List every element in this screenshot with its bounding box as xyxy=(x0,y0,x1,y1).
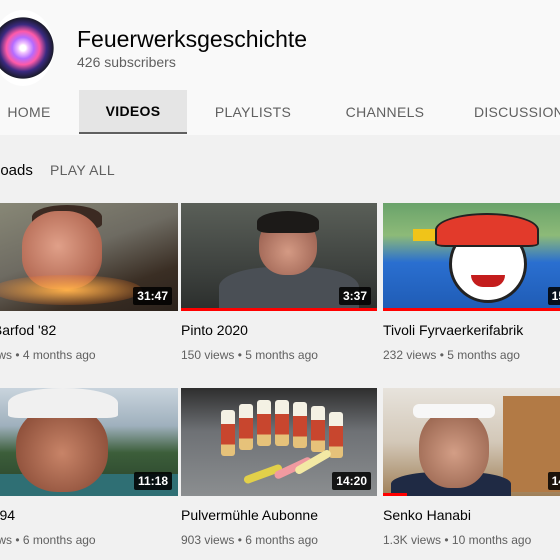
video-thumbnail[interactable]: 14: xyxy=(383,388,560,496)
video-duration: 14:20 xyxy=(332,472,371,490)
video-duration: 11:18 xyxy=(133,472,172,490)
tab-videos[interactable]: VIDEOS xyxy=(79,90,187,134)
video-meta: 232 views • 5 months ago xyxy=(383,348,520,362)
video-thumbnail[interactable]: 31:47 xyxy=(0,203,178,311)
video-meta: 150 views • 5 months ago xyxy=(181,348,318,362)
tab-playlists[interactable]: PLAYLISTS xyxy=(206,90,300,134)
video-meta: views • 4 months ago xyxy=(0,348,96,362)
video-title[interactable]: Pulvermühle Aubonne xyxy=(181,507,318,523)
video-title[interactable]: Tivoli Fyrvaerkerifabrik xyxy=(383,322,523,338)
video-thumbnail[interactable]: 14:20 xyxy=(181,388,377,496)
watch-progress xyxy=(383,308,560,311)
tab-discussion[interactable]: DISCUSSION xyxy=(469,90,560,134)
video-thumbnail[interactable]: 11:18 xyxy=(0,388,178,496)
video-duration: 15: xyxy=(547,287,560,305)
video-thumbnail[interactable]: 15: xyxy=(383,203,560,311)
video-title[interactable]: al '94 xyxy=(0,507,15,523)
video-duration: 14: xyxy=(547,472,560,490)
video-thumbnail[interactable]: 3:37 xyxy=(181,203,377,311)
thumbnail-image xyxy=(383,203,560,311)
channel-tabs: HOME VIDEOS PLAYLISTS CHANNELS DISCUSSIO… xyxy=(0,90,560,134)
video-meta: 1.3K views • 10 months ago xyxy=(383,533,532,547)
video-duration: 31:47 xyxy=(133,287,172,305)
video-duration: 3:37 xyxy=(338,287,371,305)
video-title[interactable]: Pinto 2020 xyxy=(181,322,248,338)
watch-progress xyxy=(383,493,407,496)
channel-header: Feuerwerksgeschichte 426 subscribers HOM… xyxy=(0,0,560,135)
channel-avatar[interactable] xyxy=(0,10,54,86)
video-meta: 903 views • 6 months ago xyxy=(181,533,318,547)
play-all-button[interactable]: PLAY ALL xyxy=(50,162,115,178)
video-title[interactable]: Senko Hanabi xyxy=(383,507,471,523)
subscriber-count: 426 subscribers xyxy=(77,54,176,70)
tab-channels[interactable]: CHANNELS xyxy=(335,90,435,134)
video-title[interactable]: s Barfod '82 xyxy=(0,322,56,338)
watch-progress xyxy=(181,308,377,311)
video-meta: views • 6 months ago xyxy=(0,533,96,547)
shelf-title: loads xyxy=(0,162,33,179)
tab-home[interactable]: HOME xyxy=(0,90,58,134)
thumbnail-image xyxy=(383,388,560,496)
channel-name[interactable]: Feuerwerksgeschichte xyxy=(77,26,307,53)
